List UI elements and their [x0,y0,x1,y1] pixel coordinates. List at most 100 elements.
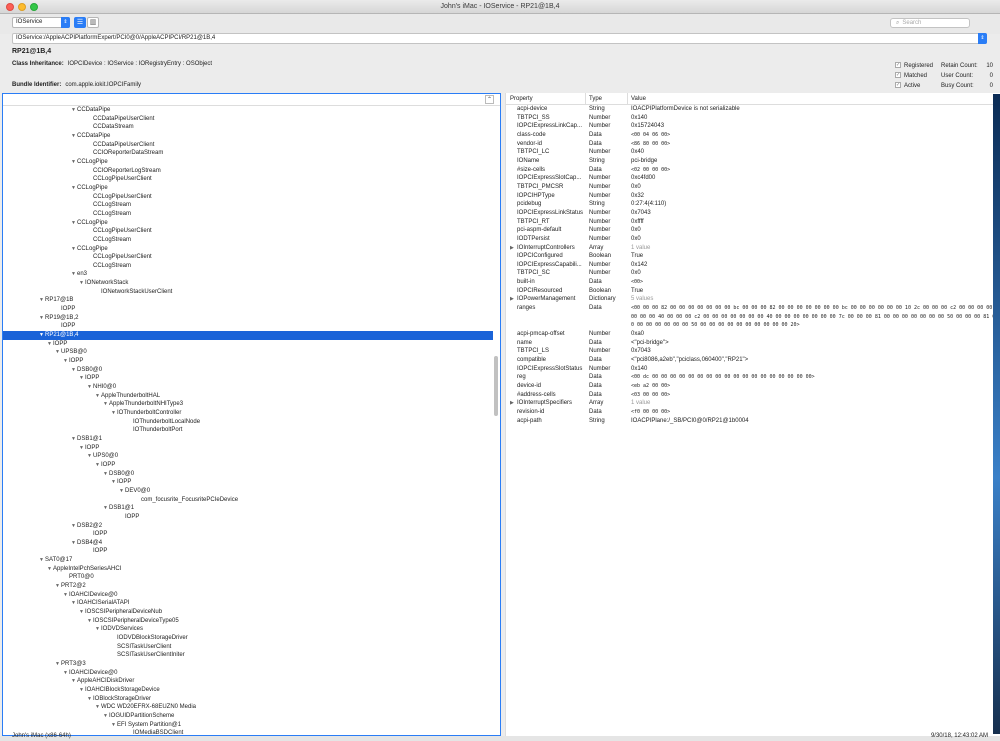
column-view-button[interactable]: ▥ [87,17,99,28]
tree-row[interactable]: ▼DSB1@1 [3,435,493,444]
tree-row[interactable]: ▼CCLogPipe [3,219,493,228]
column-type[interactable]: Type [586,93,628,104]
path-select[interactable]: IOService:/AppleACPIPlatformExpert/PCI0@… [12,33,987,44]
tree-row[interactable]: IODVDBlockStorageDriver [3,634,493,643]
tree-row[interactable]: CCDataPipeUserClient [3,115,493,124]
tree-row[interactable]: ▼IOGUIDPartitionScheme [3,712,493,721]
disclosure-triangle-icon[interactable]: ▶ [510,295,514,304]
tree-row[interactable]: ▼DSB0@0 [3,470,493,479]
tree-row[interactable]: ▼UPSB@0 [3,348,493,357]
tree-row[interactable]: ▼SAT0@17 [3,556,493,565]
property-row[interactable]: TBTPCI_SC Number 0x0 [506,269,1000,278]
property-row[interactable]: name Data <"pci-bridge"> [506,339,1000,348]
tree-row[interactable]: ▼IOPP [3,461,493,470]
tree-row[interactable]: ▼IOPP [3,478,493,487]
property-row[interactable]: #address-cells Data <03 00 00 00> [506,391,1000,400]
tree-row[interactable]: ▼IOBlockStorageDriver [3,695,493,704]
property-row[interactable]: TBTPCI_PMCSR Number 0x0 [506,183,1000,192]
property-row[interactable]: IOPCIExpressLinkCap... Number 0x15724043 [506,122,1000,131]
plane-select[interactable]: IOService ⇕ [12,17,70,28]
tree-row[interactable]: ▼DEV0@0 [3,487,493,496]
property-row[interactable]: IOPCIExpressSlotStatus Number 0x140 [506,365,1000,374]
tree-row[interactable]: IOPP [3,305,493,314]
property-row[interactable]: ▶ IOInterruptControllers Array 1 value [506,244,1000,253]
tree-row[interactable]: ▼AppleIntelPchSeriesAHCI [3,565,493,574]
tree-row[interactable]: SCSITaskUserClient [3,643,493,652]
property-row[interactable]: IOPCIConfigured Boolean True [506,252,1000,261]
property-row[interactable]: #size-cells Data <02 00 00 00> [506,166,1000,175]
tree-row[interactable]: IOPP [3,513,493,522]
tree-row[interactable]: CCIOReporterLogStream [3,167,493,176]
tree-row[interactable]: ▼IOAHCISerialATAPI [3,599,493,608]
property-row[interactable]: compatible Data <"pci8086,a2eb","pciclass,… [506,356,1000,365]
tree-row[interactable]: ▼DSB4@4 [3,539,493,548]
property-row[interactable]: IOPCIResourced Boolean True [506,287,1000,296]
tree-row[interactable]: ▼IOAHCIBlockStorageDevice [3,686,493,695]
property-row[interactable]: class-code Data <00 04 06 00> [506,131,1000,140]
tree-row[interactable]: ▼IOPP [3,340,493,349]
tree-row[interactable]: ▼CCLogPipe [3,184,493,193]
property-row[interactable]: pci-aspm-default Number 0x0 [506,226,1000,235]
close-button[interactable] [6,3,14,11]
chevron-up-icon[interactable]: ⌃ [485,95,494,104]
tree-row[interactable]: ▼IOPP [3,374,493,383]
property-row[interactable]: TBTPCI_LC Number 0x40 [506,148,1000,157]
tree-row[interactable]: ▼AppleAHCIDiskDriver [3,677,493,686]
registry-tree[interactable]: ⌃ ▼CCDataPipe CCDataPipeUserClient CCDataS… [2,93,501,736]
tree-scrollbar[interactable] [494,356,498,416]
tree-row[interactable]: IOPP [3,530,493,539]
property-row[interactable]: acpi-device String IOACPIPlatformDevice is… [506,105,1000,114]
tree-row[interactable]: ▼EFI System Partition@1 [3,721,493,730]
tree-row[interactable]: ▼CCDataPipe [3,106,493,115]
property-row[interactable]: revision-id Data <f0 00 00 00> [506,408,1000,417]
tree-row[interactable]: ▼CCDataPipe [3,132,493,141]
property-row[interactable]: IOPCIExpressSlotCap... Number 0xc4fd00 [506,174,1000,183]
property-row[interactable]: IOPCIHPType Number 0x32 [506,192,1000,201]
tree-row[interactable]: PRT0@0 [3,573,493,582]
tree-row[interactable]: ▼DSB2@2 [3,522,493,531]
property-row[interactable]: pcidebug String 0:27:4(4:110) [506,200,1000,209]
tree-row[interactable]: ▼UPS0@0 [3,452,493,461]
tree-row[interactable]: IOPP [3,322,493,331]
tree-row[interactable]: ▼en3 [3,270,493,279]
tree-row[interactable]: ▼IOAHCIDevice@0 [3,669,493,678]
property-row[interactable]: IOPCIExpressCapabili... Number 0x142 [506,261,1000,270]
property-row[interactable]: acpi-path String IOACPIPlane:/_SB/PCI0@0/R… [506,417,1000,426]
tree-row[interactable]: ▼DSB1@1 [3,504,493,513]
property-row[interactable]: IOPCIExpressLinkStatus Number 0x7043 [506,209,1000,218]
tree-row[interactable]: ▼IOPP [3,357,493,366]
property-row[interactable]: TBTPCI_LS Number 0x7043 [506,347,1000,356]
tree-row[interactable]: ▼IOPP [3,444,493,453]
column-value[interactable]: Value [628,93,1000,104]
tree-row[interactable]: ▼AppleThunderboltNHIType3 [3,400,493,409]
zoom-button[interactable] [30,3,38,11]
minimize-button[interactable] [18,3,26,11]
property-row[interactable]: ranges Data <00 00 00 82 00 00 00 00 00 00… [506,304,1000,330]
tree-row[interactable]: ▼PRT2@2 [3,582,493,591]
tree-row[interactable]: IOPP [3,547,493,556]
tree-row[interactable]: CCLogPipeUserClient [3,175,493,184]
disclosure-triangle-icon[interactable]: ▶ [510,244,514,253]
column-property[interactable]: Property [506,93,586,104]
property-row[interactable]: built-in Data <00> [506,278,1000,287]
property-row[interactable]: device-id Data <eb a2 00 00> [506,382,1000,391]
property-row[interactable]: TBTPCI_SS Number 0x140 [506,114,1000,123]
tree-row[interactable]: ▼IONetworkStack [3,279,493,288]
tree-row[interactable]: ▼IODVDServices [3,625,493,634]
tree-row[interactable]: ▼IOThunderboltController [3,409,493,418]
tree-row[interactable]: CCIOReporterDataStream [3,149,493,158]
tree-row[interactable]: CCLogPipeUserClient [3,227,493,236]
tree-row[interactable]: ▼CCLogPipe [3,158,493,167]
property-row[interactable]: vendor-id Data <86 80 00 00> [506,140,1000,149]
tree-row[interactable]: CCLogPipeUserClient [3,253,493,262]
property-row[interactable]: ▶ IOInterruptSpecifiers Array 1 value [506,399,1000,408]
tree-row[interactable]: ▼NHI0@0 [3,383,493,392]
tree-row[interactable]: com_focusrite_FocusritePCIeDevice [3,496,493,505]
property-row[interactable]: ▶ IOPowerManagement Dictionary 5 values [506,295,1000,304]
tree-row[interactable]: CCLogPipeUserClient [3,193,493,202]
tree-row[interactable]: ▼IOAHCIDevice@0 [3,591,493,600]
tree-row[interactable]: ▼RP19@1B,2 [3,314,493,323]
tree-row[interactable]: IOMediaBSDClient [3,729,493,735]
property-row[interactable]: reg Data <00 dc 00 00 00 00 00 00 00 00 00… [506,373,1000,382]
property-row[interactable]: TBTPCI_RT Number 0xffff [506,218,1000,227]
